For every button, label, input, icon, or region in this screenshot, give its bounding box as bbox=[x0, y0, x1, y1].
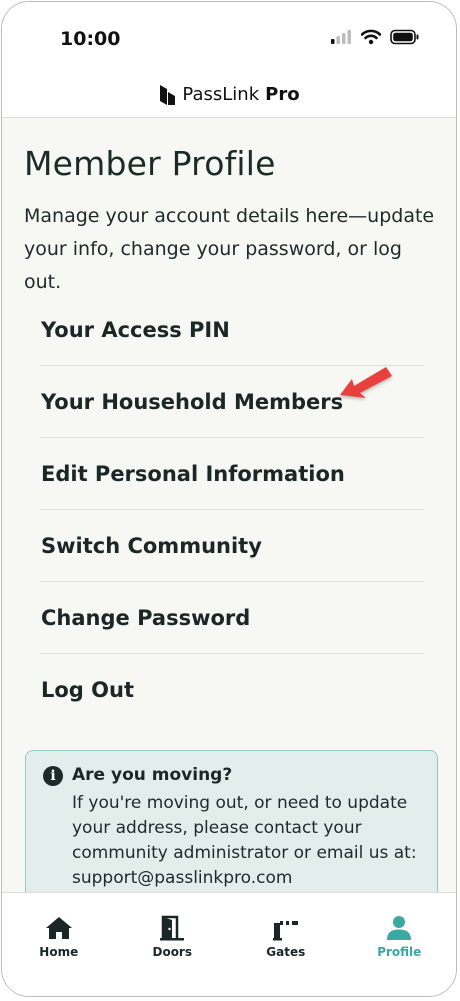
wifi-icon bbox=[361, 29, 381, 45]
status-icons bbox=[330, 29, 420, 45]
passlink-logo-icon bbox=[160, 84, 176, 105]
signal-icon bbox=[331, 30, 351, 44]
menu-item-change-password[interactable]: Change Password bbox=[40, 582, 424, 654]
tab-profile-label: Profile bbox=[377, 945, 422, 959]
info-body: If you're moving out, or need to update … bbox=[72, 793, 417, 888]
page-description: Manage your account details here—update … bbox=[24, 205, 435, 293]
status-time: 10:00 bbox=[60, 28, 121, 50]
page-title: Member Profile bbox=[24, 144, 276, 183]
tab-home[interactable]: Home bbox=[2, 893, 116, 996]
menu-item-log-out[interactable]: Log Out bbox=[40, 654, 424, 726]
brand-suffix: Pro bbox=[265, 84, 300, 105]
status-bar: 10:00 bbox=[2, 2, 456, 72]
battery-icon bbox=[390, 29, 419, 45]
menu-item-access-pin[interactable]: Your Access PIN bbox=[40, 294, 424, 366]
person-icon bbox=[387, 916, 412, 940]
tab-home-label: Home bbox=[39, 945, 79, 959]
phone-frame: 10:00 PassLink Pro Member Profile Manage… bbox=[1, 1, 457, 997]
gate-icon bbox=[272, 921, 298, 941]
brand-logo: PassLink Pro bbox=[158, 84, 300, 106]
tab-profile[interactable]: Profile bbox=[343, 893, 457, 996]
tab-doors[interactable]: Doors bbox=[116, 893, 230, 996]
tab-doors-label: Doors bbox=[152, 945, 192, 959]
home-icon bbox=[45, 917, 72, 939]
app-header: PassLink Pro bbox=[2, 72, 456, 118]
pointer-arrow-icon bbox=[340, 367, 392, 398]
info-icon: i bbox=[43, 766, 63, 786]
tab-gates-label: Gates bbox=[266, 945, 306, 959]
info-title: Are you moving? bbox=[72, 765, 233, 785]
bottom-tab-bar: Home Doors Gates Profile bbox=[2, 892, 457, 996]
door-icon bbox=[160, 915, 185, 941]
tab-gates[interactable]: Gates bbox=[229, 893, 343, 996]
menu-item-switch-community[interactable]: Switch Community bbox=[40, 510, 424, 582]
brand-name: PassLink bbox=[182, 84, 260, 105]
menu-item-edit-personal-info[interactable]: Edit Personal Information bbox=[40, 438, 424, 510]
